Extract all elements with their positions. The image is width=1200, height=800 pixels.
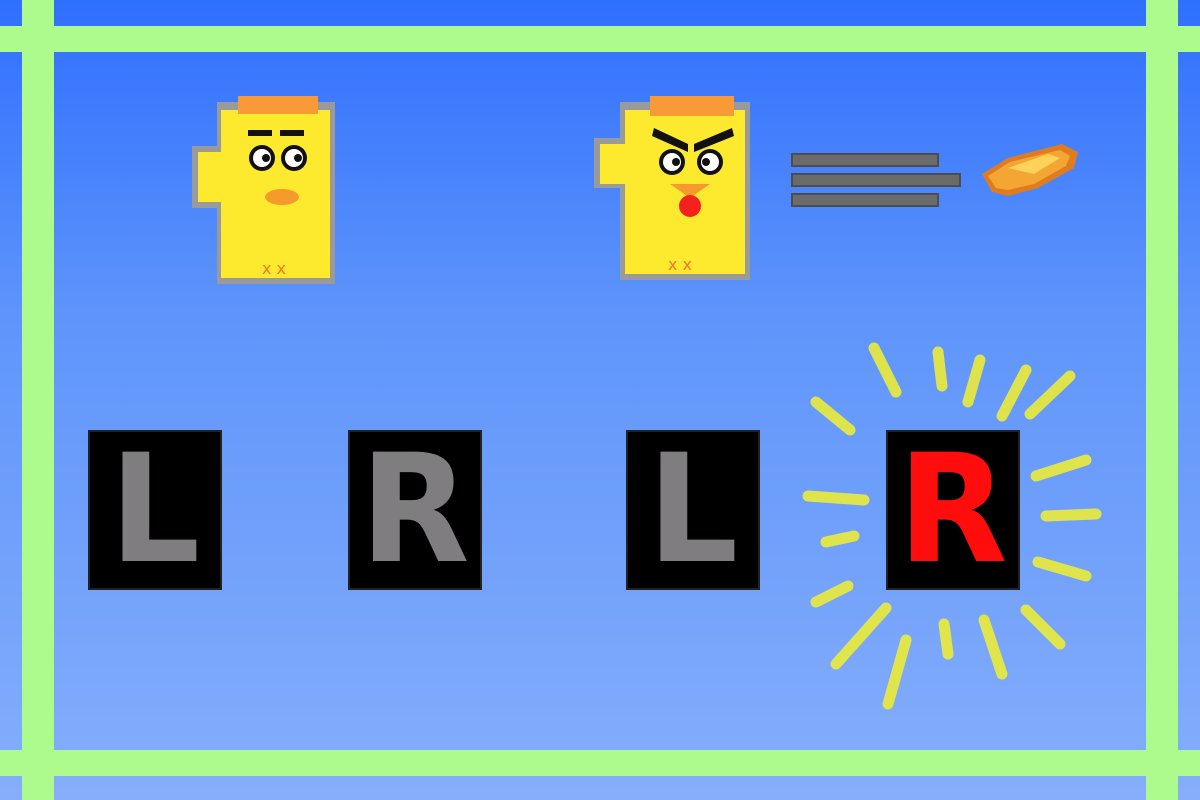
grid-line-right [1146,0,1178,800]
projectile-sprite [982,144,1078,196]
key-tile-2-label: R [360,423,470,597]
speed-lines [791,153,961,207]
key-tile-4-label: R [898,423,1008,597]
angry-chick-sprite: x x [594,96,750,280]
key-tile-1-label: L [109,423,201,597]
svg-text:x x: x x [668,255,692,274]
key-tile-2: R [348,430,482,590]
grid-line-bottom [0,750,1200,776]
key-tile-1: L [88,430,222,590]
key-tile-4-active: R [886,430,1020,590]
calm-chick-sprite: x x [192,96,335,284]
grid-line-left [22,0,54,800]
key-tile-3: L [626,430,760,590]
grid-line-top [0,26,1200,52]
svg-text:x x: x x [262,259,286,278]
key-tile-3-label: L [647,423,739,597]
